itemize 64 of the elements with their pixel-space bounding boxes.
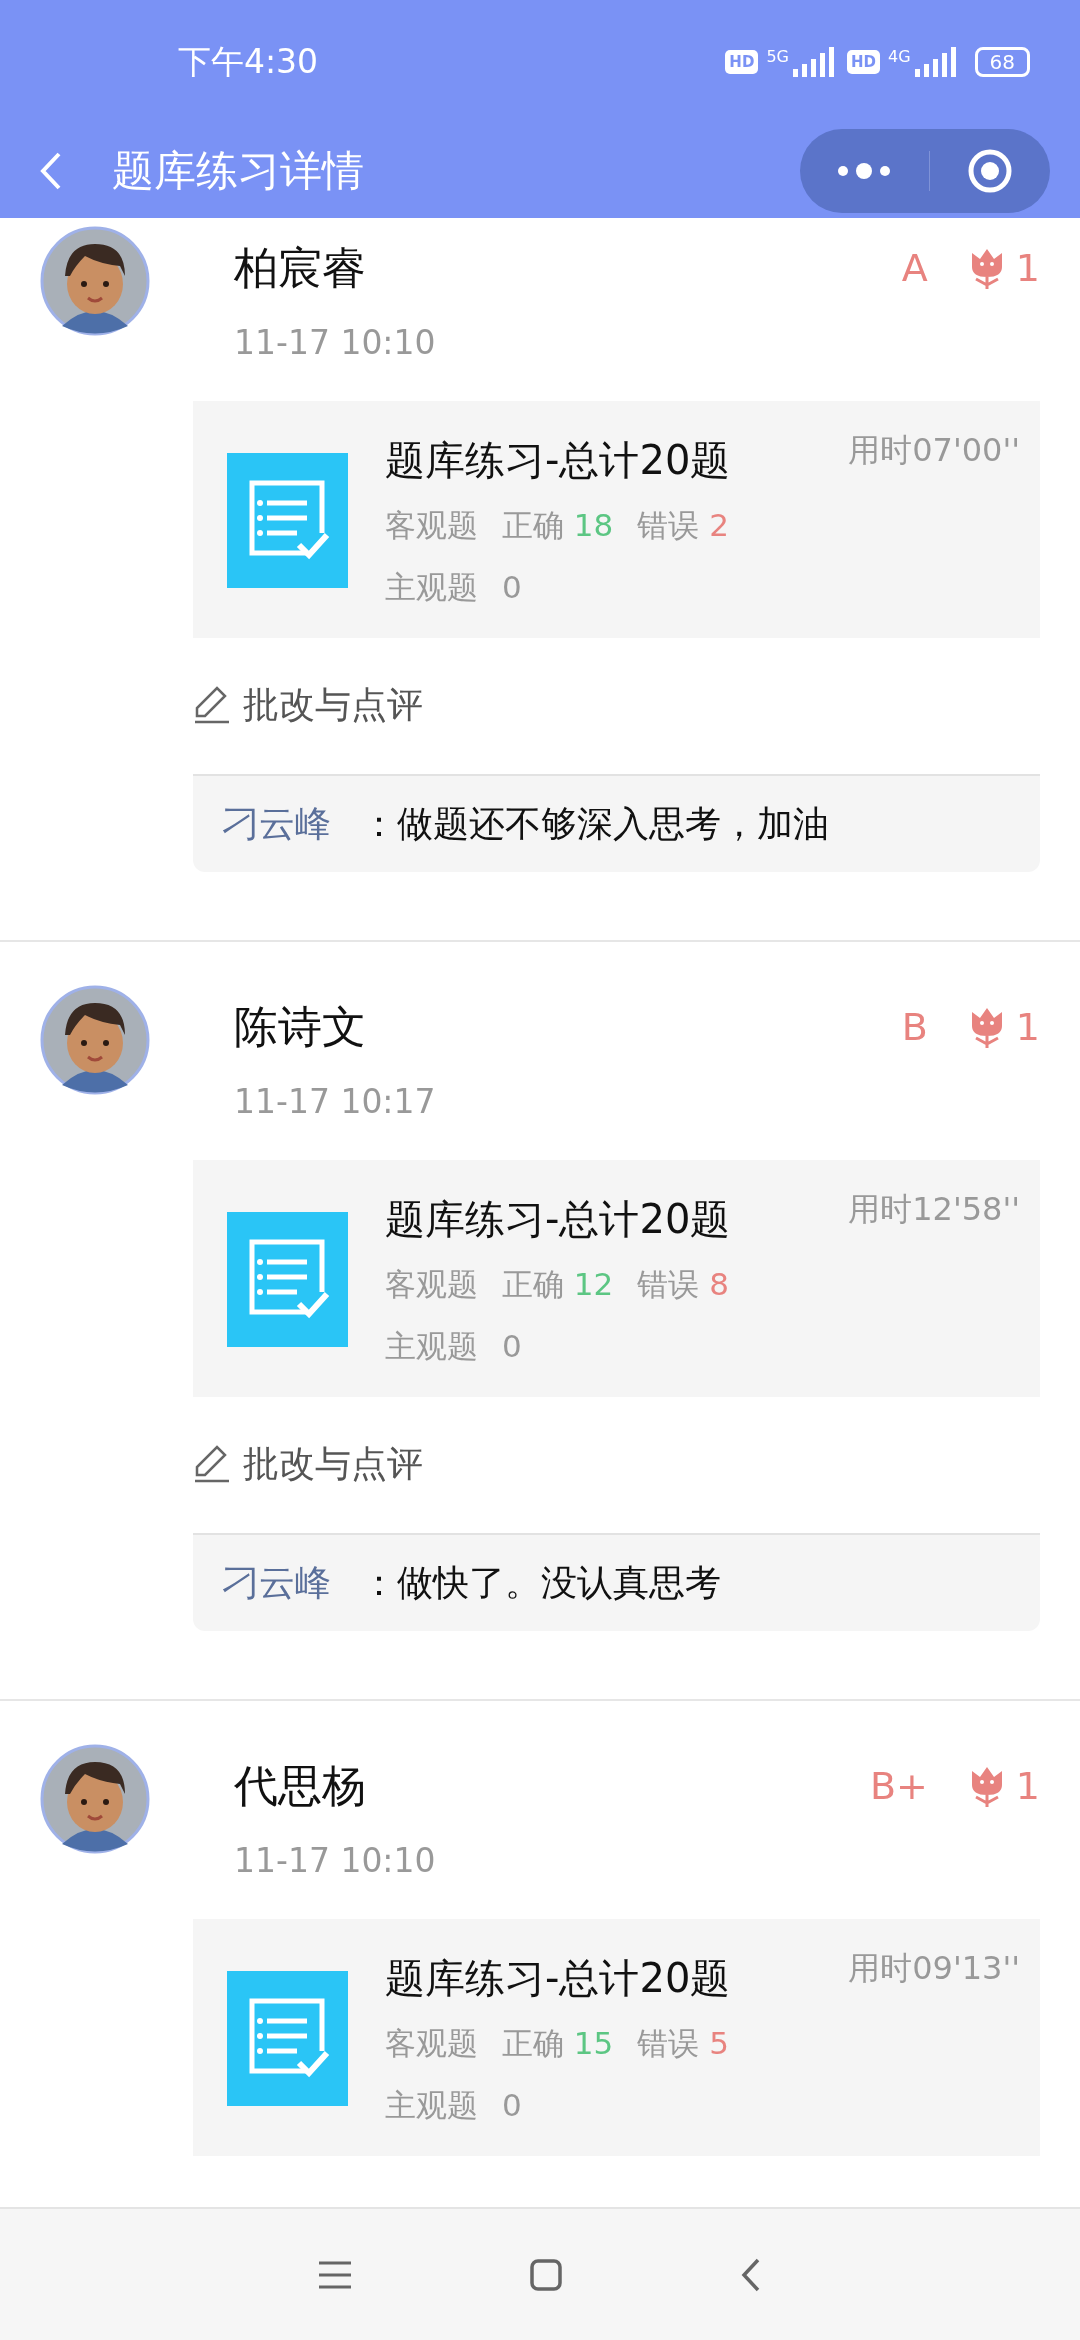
pencil-icon <box>193 686 231 724</box>
page-title: 题库练习详情 <box>112 145 365 197</box>
practice-card[interactable]: 题库练习-总计20题 客观题 正确 15 错误 5 主观题 0 用时09'13'' <box>193 1919 1040 2156</box>
grade-label: A <box>901 246 928 290</box>
student-name: 陈诗文 <box>234 1000 367 1054</box>
checklist-icon <box>227 1212 348 1347</box>
grade-label: B+ <box>869 1764 928 1808</box>
objective-label: 客观题 <box>385 1265 478 1304</box>
signal-icon <box>790 47 835 77</box>
subjective-label: 主观题 <box>385 568 478 607</box>
flower-count: 1 <box>1015 1764 1040 1808</box>
subjective-label: 主观题 <box>385 2086 478 2125</box>
duration-text: 用时12'58'' <box>848 1189 1020 1230</box>
back-icon[interactable] <box>40 152 62 190</box>
correct-count: 正确 18 <box>502 506 614 545</box>
back-icon[interactable] <box>740 2257 761 2292</box>
signal-icon <box>912 47 957 77</box>
teacher-name[interactable]: 刁云峰 <box>223 1558 331 1608</box>
home-icon[interactable] <box>530 2258 562 2291</box>
wrong-count: 错误 8 <box>637 1265 729 1304</box>
avatar-icon <box>40 985 150 1095</box>
review-link[interactable]: 批改与点评 <box>193 675 1040 735</box>
network-type: 5G <box>766 47 789 66</box>
avatar-icon <box>40 226 150 336</box>
correct-count: 正确 12 <box>502 1265 614 1304</box>
review-link[interactable]: 批改与点评 <box>193 1434 1040 1494</box>
network-type: 4G <box>887 47 911 66</box>
objective-label: 客观题 <box>385 506 478 545</box>
practice-title: 题库练习-总计20题 <box>385 436 732 485</box>
wrong-count: 错误 2 <box>637 506 729 545</box>
practice-card[interactable]: 题库练习-总计20题 客观题 正确 12 错误 8 主观题 0 用时12'58'' <box>193 1160 1040 1397</box>
practice-card[interactable]: 题库练习-总计20题 客观题 正确 18 错误 2 主观题 0 用时07'00'' <box>193 401 1040 638</box>
student-name: 代思杨 <box>234 1759 367 1813</box>
subjective-label: 主观题 <box>385 1327 478 1366</box>
submit-time: 11-17 10:17 <box>234 1081 437 1123</box>
correct-count: 正确 15 <box>502 2024 614 2063</box>
duration-text: 用时07'00'' <box>848 430 1020 471</box>
checklist-icon <box>227 1971 348 2106</box>
hd-badge: HD <box>846 50 880 74</box>
objective-label: 客观题 <box>385 2024 478 2063</box>
subjective-count: 0 <box>502 2086 522 2125</box>
clock-time: 下午4:30 <box>178 40 320 83</box>
comment-text: ：做题还不够深入思考，加油 <box>361 801 829 846</box>
more-icon[interactable] <box>837 163 892 179</box>
battery-level: 68 <box>974 47 1030 77</box>
menu-icon[interactable] <box>319 2259 352 2290</box>
avatar-icon <box>40 1744 150 1854</box>
wrong-count: 错误 5 <box>637 2024 729 2063</box>
comment-text: ：做快了。没认真思考 <box>361 1560 721 1605</box>
subjective-count: 0 <box>502 568 522 607</box>
hd-badge: HD <box>725 50 759 74</box>
flower-count: 1 <box>1015 1005 1040 1049</box>
practice-title: 题库练习-总计20题 <box>385 1954 732 2003</box>
submit-time: 11-17 10:10 <box>234 322 437 364</box>
practice-title: 题库练习-总计20题 <box>385 1195 732 1244</box>
pencil-icon <box>193 1445 231 1483</box>
checklist-icon <box>227 453 348 588</box>
subjective-count: 0 <box>502 1327 522 1366</box>
duration-text: 用时09'13'' <box>848 1948 1020 1989</box>
teacher-name[interactable]: 刁云峰 <box>223 799 331 849</box>
flower-count: 1 <box>1015 246 1040 290</box>
student-name: 柏宸睿 <box>234 241 367 295</box>
grade-label: B <box>901 1005 928 1049</box>
submit-time: 11-17 10:10 <box>234 1840 437 1882</box>
